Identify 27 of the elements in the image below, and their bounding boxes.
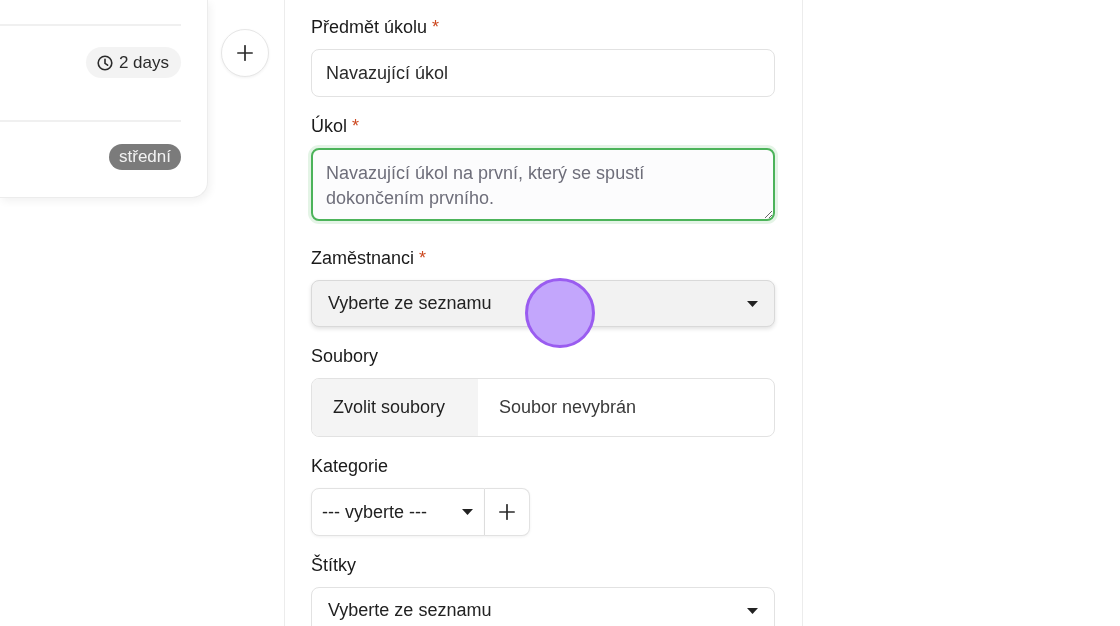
field-label: Úkol xyxy=(311,114,347,138)
plus-icon xyxy=(499,504,515,520)
caret-icon xyxy=(747,300,758,307)
required-mark: * xyxy=(432,16,440,39)
text-input[interactable]: Navazující úkol xyxy=(311,49,775,97)
caret-icon xyxy=(462,509,473,515)
required-mark: * xyxy=(352,115,360,138)
add-button[interactable] xyxy=(485,488,530,536)
file-status: Soubor nevybrán xyxy=(498,397,637,418)
click-indicator-icon xyxy=(525,278,595,348)
textarea-field[interactable]: Navazující úkol na první, který se spustí dokončením prvního. xyxy=(311,148,775,221)
required-mark: * xyxy=(419,247,427,270)
choose-files-button[interactable]: Zvolit soubory xyxy=(312,379,478,436)
file-input[interactable]: Zvolit soubory Soubor nevybrán xyxy=(311,378,775,437)
dropdown-select[interactable]: Vyberte ze seznamu xyxy=(311,587,775,626)
field-label: Štítky xyxy=(311,553,356,577)
field-label: Kategorie xyxy=(311,455,389,478)
priority-tag: střední xyxy=(109,144,181,170)
field-label: Zaměstnanci xyxy=(311,247,415,270)
plus-icon xyxy=(237,45,253,61)
field-label: Soubory xyxy=(311,345,379,368)
duration-text: 2 days xyxy=(118,52,169,73)
clock-icon xyxy=(96,54,113,71)
add-button[interactable] xyxy=(221,29,269,77)
caret-icon xyxy=(747,607,758,614)
field-label: Předmět úkolu xyxy=(311,16,428,39)
dropdown-select[interactable]: --- vyberte --- xyxy=(311,488,485,536)
